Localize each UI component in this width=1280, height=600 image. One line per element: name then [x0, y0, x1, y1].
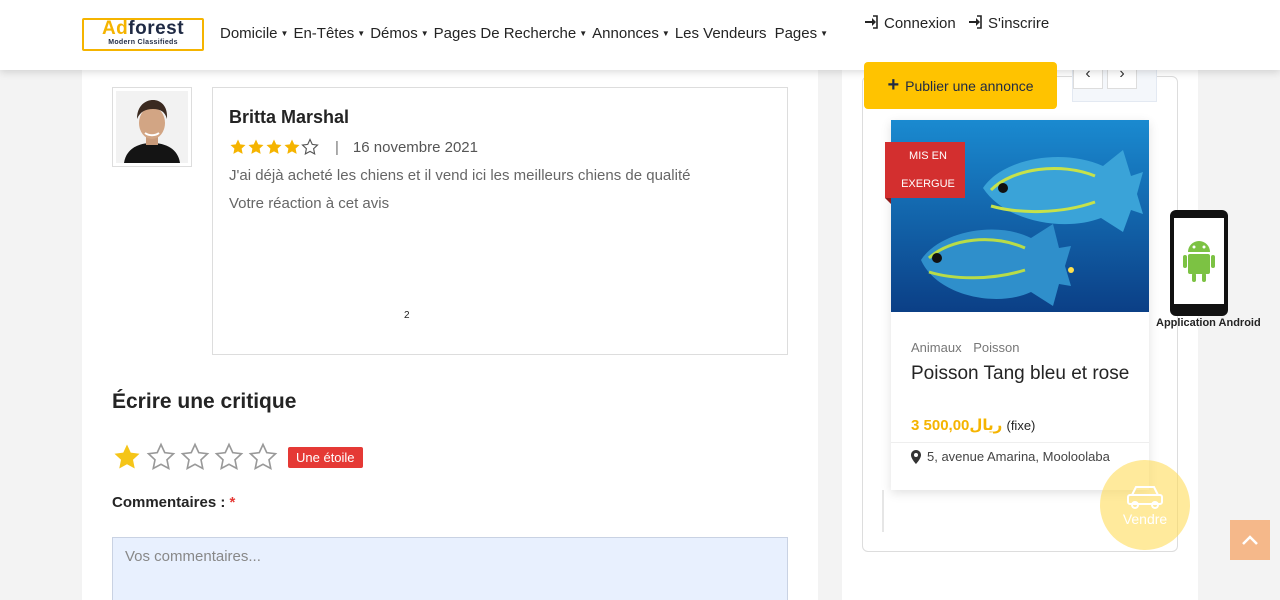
- rating-badge: Une étoile: [288, 446, 363, 468]
- nav-item-domicile[interactable]: Domicile ▼: [220, 25, 288, 42]
- review-date: 16 novembre 2021: [352, 138, 478, 156]
- review-number: 2: [404, 310, 410, 321]
- nav-item-demos[interactable]: Démos ▼: [370, 25, 428, 42]
- review-rating: [229, 138, 319, 156]
- carousel-edge: [882, 490, 884, 532]
- map-marker-icon: [911, 449, 921, 464]
- nav-item-pages[interactable]: Pages ▼: [775, 25, 828, 42]
- review-meta: | 16 novembre 2021: [229, 138, 478, 156]
- required-mark: *: [229, 494, 236, 511]
- login-label: Connexion: [884, 15, 956, 32]
- star-filled-icon[interactable]: [112, 442, 142, 472]
- star-empty-icon[interactable]: [180, 442, 210, 472]
- star-empty-icon[interactable]: [214, 442, 244, 472]
- star-filled-icon: [230, 139, 246, 154]
- star-empty-icon: [301, 138, 319, 155]
- star-empty-icon[interactable]: [146, 442, 176, 472]
- sign-in-icon: [864, 15, 878, 32]
- ribbon-fold: [885, 198, 891, 204]
- chevron-down-icon: ▼: [280, 29, 289, 38]
- chevron-down-icon: ▼: [420, 29, 429, 38]
- login-link[interactable]: Connexion: [864, 15, 956, 32]
- star-filled-icon: [248, 139, 264, 154]
- sell-label: Vendre: [1122, 511, 1168, 527]
- listing-title[interactable]: Poisson Tang bleu et rose: [911, 362, 1131, 386]
- phone-screen: [1174, 218, 1224, 304]
- write-review-title: Écrire une critique: [112, 390, 297, 413]
- nav-item-pages-de-recherche[interactable]: Pages De Recherche ▼: [434, 25, 588, 42]
- comments-textarea[interactable]: Vos commentaires...: [112, 537, 788, 600]
- nav-item-les-vendeurs[interactable]: Les Vendeurs: [675, 25, 767, 42]
- star-filled-icon: [266, 139, 282, 154]
- review-reaction-link[interactable]: Votre réaction à cet avis: [229, 195, 389, 212]
- register-label: S'inscrire: [988, 15, 1050, 32]
- publish-ad-button[interactable]: + Publier une annonce: [864, 62, 1057, 109]
- star-empty-icon[interactable]: [248, 442, 278, 472]
- register-link[interactable]: S'inscrire: [968, 15, 1049, 32]
- featured-ribbon: MIS EN EXERGUE: [885, 142, 965, 198]
- publish-ad-label: Publier une annonce: [905, 77, 1034, 94]
- category-link[interactable]: Animaux: [911, 340, 962, 355]
- chevron-down-icon: ▼: [579, 29, 588, 38]
- site-logo[interactable]: Adforest Modern Classifieds: [82, 18, 204, 51]
- category-link[interactable]: Poisson: [973, 340, 1019, 355]
- sell-floating-button[interactable]: Vendre: [1100, 460, 1190, 550]
- comments-label: Commentaires : *: [112, 494, 236, 511]
- rating-input: Une étoile: [112, 442, 363, 472]
- review-text: J'ai déjà acheté les chiens et il vend i…: [229, 167, 691, 184]
- price-value: 3 500,00ريال: [911, 417, 1003, 434]
- price-type: (fixe): [1006, 418, 1036, 433]
- logo-tagline: Modern Classifieds: [108, 39, 178, 46]
- logo-brand-rest: forest: [128, 18, 185, 39]
- sign-in-icon: [968, 15, 982, 32]
- chevron-down-icon: ▼: [661, 29, 670, 38]
- nav-item-annonces[interactable]: Annonces ▼: [592, 25, 670, 42]
- chevron-down-icon: ▼: [820, 29, 829, 38]
- reviewer-avatar: [112, 87, 192, 167]
- listing-categories: Animaux Poisson: [911, 340, 1027, 355]
- star-filled-icon: [284, 139, 300, 154]
- scroll-to-top-button[interactable]: [1230, 520, 1270, 560]
- car-icon: [1127, 486, 1163, 509]
- logo-brand-ad: Ad: [101, 18, 129, 39]
- chevron-down-icon: ▼: [357, 29, 366, 38]
- site-header: Adforest Modern Classifieds Domicile ▼ En…: [0, 0, 1280, 70]
- nav-item-en-tetes[interactable]: En-Têtes ▼: [293, 25, 365, 42]
- review-author: Britta Marshal: [229, 107, 350, 127]
- meta-separator: |: [335, 138, 339, 156]
- plus-icon: +: [887, 74, 900, 96]
- android-icon: [1183, 241, 1215, 282]
- android-app-label[interactable]: Application Android: [1156, 317, 1261, 329]
- android-app-promo[interactable]: [1170, 210, 1228, 316]
- listing-location: 5, avenue Amarina, Mooloolaba: [911, 449, 1110, 464]
- review-card: Britta Marshal | 16 novembre 2021 J'ai d…: [212, 87, 788, 355]
- divider: [891, 442, 1149, 443]
- chevron-up-icon: [1242, 535, 1258, 545]
- main-nav: Domicile ▼ En-Têtes ▼ Démos ▼ Pages De Rech…: [220, 25, 833, 42]
- listing-price: 3 500,00ريال (fixe): [911, 416, 1035, 434]
